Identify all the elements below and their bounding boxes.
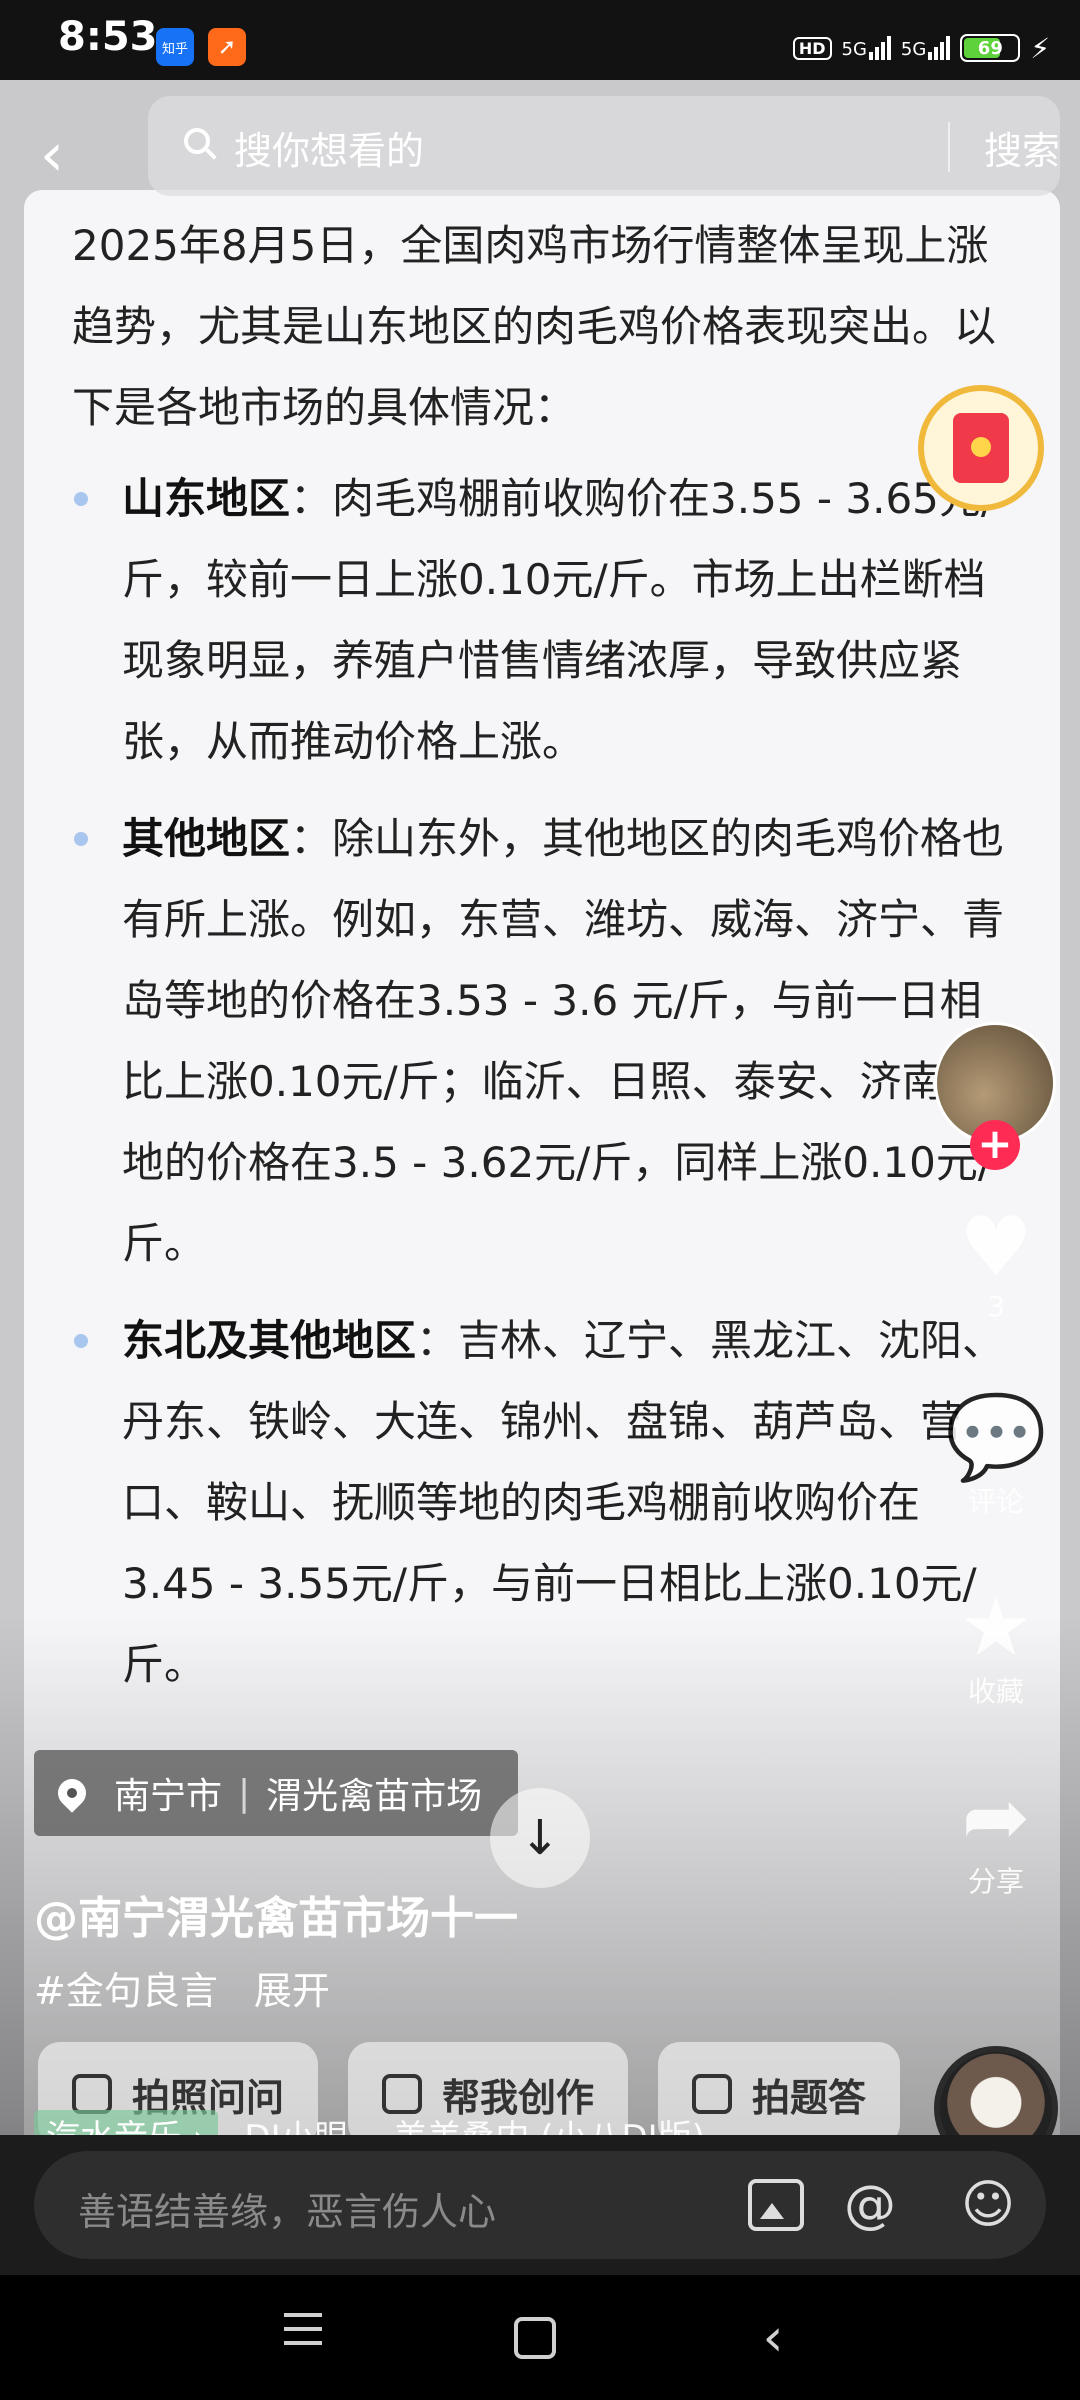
notification-app-icon: ➚ bbox=[208, 28, 246, 66]
favorite-button[interactable]: ★ 收藏 bbox=[940, 1580, 1052, 1710]
signal-1-icon: 5G bbox=[842, 36, 891, 60]
document-icon bbox=[692, 2074, 733, 2114]
comment-label: 评论 bbox=[967, 1485, 1024, 1518]
favorite-label: 收藏 bbox=[967, 1675, 1024, 1708]
like-count: 3 bbox=[987, 1290, 1005, 1323]
comment-bar: 善语结善缘，恶言伤人心 @ ☺ bbox=[0, 2135, 1080, 2275]
recent-apps-button[interactable] bbox=[268, 2303, 338, 2373]
video-player[interactable]: 2025年8月5日，全国肉鸡市场行情整体呈现上涨趋势，尤其是山东地区的肉毛鸡价格… bbox=[0, 80, 1080, 2135]
location-pin-icon bbox=[52, 1773, 92, 1813]
star-icon: ★ bbox=[959, 1580, 1033, 1675]
song-title: DJ小眼 美美桑内 (小八DJ版) bbox=[244, 2110, 705, 2135]
caption: #金句良言 展开 bbox=[34, 1960, 330, 2015]
follow-button[interactable]: + bbox=[970, 1120, 1020, 1170]
list-item: 山东地区：肉毛鸡棚前收购价在3.55 - 3.65元/斤，较前一日上涨0.10元… bbox=[72, 458, 1012, 782]
comment-icon: 💬 bbox=[944, 1390, 1048, 1485]
location-separator: | bbox=[238, 1772, 251, 1814]
signal-2-icon: 5G bbox=[900, 36, 951, 60]
list-item: 其他地区：除山东外，其他地区的肉毛鸡价格也有所上涨。例如，东营、潍坊、威海、济宁… bbox=[72, 798, 1012, 1284]
camera-ai-icon bbox=[72, 2074, 112, 2114]
clock: 8:53 bbox=[58, 14, 158, 60]
like-button[interactable]: ♥ 3 bbox=[940, 1200, 1052, 1323]
zhihu-app-icon: 知乎 bbox=[156, 28, 194, 66]
home-button[interactable] bbox=[500, 2303, 570, 2373]
bullet-dot bbox=[74, 832, 88, 846]
back-button[interactable]: ‹ bbox=[40, 120, 100, 190]
image-icon[interactable] bbox=[748, 2179, 804, 2231]
share-button[interactable]: ➦ 分享 bbox=[940, 1770, 1052, 1900]
location-tag[interactable]: 南宁市 | 渭光禽苗市场 bbox=[34, 1750, 519, 1836]
system-back-button[interactable]: ‹ bbox=[738, 2303, 808, 2373]
location-place: 渭光禽苗市场 bbox=[266, 1776, 483, 1817]
search-divider bbox=[948, 122, 950, 172]
bullet-title: 山东地区 bbox=[122, 474, 291, 523]
network-type-1: 5G bbox=[841, 39, 867, 60]
emoji-icon[interactable]: ☺ bbox=[956, 2173, 1020, 2237]
expand-button[interactable]: 展开 bbox=[254, 1969, 330, 2013]
bullet-dot bbox=[74, 1334, 88, 1348]
at-mention-icon[interactable]: @ bbox=[838, 2173, 902, 2237]
battery-icon: 69 bbox=[960, 34, 1021, 62]
comment-input[interactable]: 善语结善缘，恶言伤人心 @ ☺ bbox=[34, 2151, 1046, 2259]
share-arrow-icon: ➦ bbox=[961, 1770, 1031, 1865]
pencil-icon bbox=[382, 2074, 423, 2114]
bullet-text: ：吉林、辽宁、黑龙江、沈阳、丹东、铁岭、大连、锦州、盘锦、葫芦岛、营口、鞍山、抚… bbox=[122, 1316, 1005, 1689]
location-city: 南宁市 bbox=[114, 1776, 223, 1817]
comment-placeholder: 善语结善缘，恶言伤人心 bbox=[78, 2190, 497, 2234]
bullet-title: 其他地区 bbox=[122, 814, 291, 863]
charging-icon: ⚡ bbox=[1030, 31, 1050, 65]
article-text: 2025年8月5日，全国肉鸡市场行情整体呈现上涨趋势，尤其是山东地区的肉毛鸡价格… bbox=[72, 205, 1012, 1721]
bullet-title: 东北及其他地区 bbox=[122, 1316, 417, 1365]
search-button[interactable]: 搜索 bbox=[984, 120, 1060, 175]
comment-button[interactable]: 💬 评论 bbox=[940, 1390, 1052, 1520]
red-packet-button[interactable] bbox=[918, 385, 1044, 511]
red-envelope-icon bbox=[953, 413, 1009, 483]
status-indicators: HD 5G 5G 69 ⚡ bbox=[792, 28, 1050, 68]
hd-voice-icon: HD bbox=[792, 36, 832, 60]
network-type-2: 5G bbox=[900, 39, 927, 60]
bullet-text: ：除山东外，其他地区的肉毛鸡价格也有所上涨。例如，东营、潍坊、威海、济宁、青岛等… bbox=[122, 814, 1005, 1268]
article-bullets: 山东地区：肉毛鸡棚前收购价在3.55 - 3.65元/斤，较前一日上涨0.10元… bbox=[72, 458, 1012, 1705]
music-source-badge[interactable]: 汽水音乐 › bbox=[34, 2110, 219, 2135]
battery-percent: 69 bbox=[977, 37, 1003, 59]
search-icon bbox=[184, 128, 210, 154]
bullet-dot bbox=[74, 492, 88, 506]
hashtag[interactable]: #金句良言 bbox=[34, 1969, 218, 2013]
status-bar: 8:53 知乎 ➚ HD 5G 5G 69 ⚡ bbox=[0, 0, 1080, 80]
list-item: 东北及其他地区：吉林、辽宁、黑龙江、沈阳、丹东、铁岭、大连、锦州、盘锦、葫芦岛、… bbox=[72, 1300, 1012, 1705]
search-bar[interactable]: 搜你想看的 搜索 bbox=[148, 96, 1060, 196]
scroll-down-arrow-icon[interactable]: ↓ bbox=[490, 1788, 590, 1888]
heart-icon: ♥ bbox=[959, 1200, 1033, 1295]
share-label: 分享 bbox=[967, 1865, 1024, 1898]
author-name[interactable]: @南宁渭光禽苗市场十一 bbox=[34, 1882, 518, 1946]
music-info[interactable]: 汽水音乐 › DJ小眼 美美桑内 (小八DJ版) bbox=[34, 2110, 714, 2135]
system-nav-bar: ‹ bbox=[0, 2275, 1080, 2400]
pill-label: 拍题答 bbox=[752, 2075, 867, 2120]
search-input[interactable]: 搜你想看的 bbox=[234, 120, 424, 175]
article-intro: 2025年8月5日，全国肉鸡市场行情整体呈现上涨趋势，尤其是山东地区的肉毛鸡价格… bbox=[72, 221, 997, 432]
